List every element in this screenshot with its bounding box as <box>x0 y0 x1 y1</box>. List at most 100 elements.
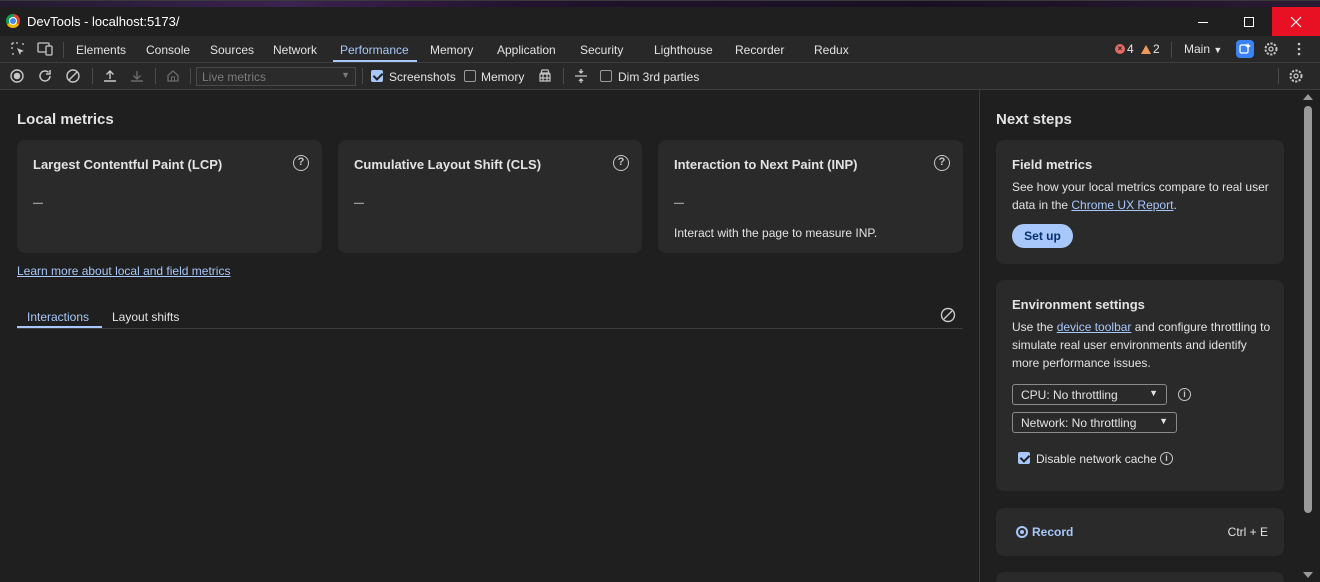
target-selector[interactable]: Main ▼ <box>1184 42 1222 56</box>
local-metrics-heading: Local metrics <box>17 111 114 128</box>
window-title: DevTools - localhost:5173/ <box>27 14 180 29</box>
download-profile-icon <box>129 68 145 84</box>
memory-label: Memory <box>481 70 525 84</box>
toolbar-separator <box>92 68 93 84</box>
minimize-icon <box>1198 21 1208 23</box>
next-card-partial <box>996 572 1284 582</box>
more-options-icon[interactable] <box>1291 41 1307 57</box>
target-label: Main <box>1184 42 1211 56</box>
metric-card-cls: Cumulative Layout Shift (CLS) ? – <box>338 140 642 253</box>
chevron-down-icon: ▼ <box>341 70 350 80</box>
error-icon: × <box>1115 44 1125 54</box>
clear-icon[interactable] <box>65 68 81 84</box>
desktop-wallpaper-strip <box>0 1 1320 7</box>
home-icon <box>165 68 181 84</box>
minimize-button[interactable] <box>1180 7 1226 37</box>
metrics-select-value: Live metrics <box>202 70 267 84</box>
environment-settings-description: Use the device toolbar and configure thr… <box>1012 318 1272 372</box>
scrollbar-thumb[interactable] <box>1304 106 1312 513</box>
help-icon[interactable]: ? <box>613 155 629 171</box>
learn-more-link[interactable]: Learn more about local and field metrics <box>17 264 230 278</box>
tab-redux[interactable]: Redux <box>814 43 849 57</box>
reload-record-icon[interactable] <box>37 68 53 84</box>
window-titlebar: DevTools - localhost:5173/ <box>0 0 1320 37</box>
inspect-element-icon[interactable] <box>10 41 26 57</box>
env-text: Use the <box>1012 320 1057 334</box>
close-icon <box>1290 16 1302 28</box>
dim-3rd-parties-checkbox[interactable] <box>600 70 612 82</box>
tab-recorder[interactable]: Recorder <box>735 43 784 57</box>
warning-icon <box>1141 44 1151 54</box>
disable-cache-label: Disable network cache <box>1036 452 1157 466</box>
record-shortcut: Ctrl + E <box>1227 525 1268 539</box>
network-throttling-select[interactable]: Network: No throttling ▼ <box>1012 412 1177 433</box>
screenshots-label: Screenshots <box>389 70 456 84</box>
field-metrics-card: Field metrics See how your local metrics… <box>996 140 1284 264</box>
toolbar-separator <box>63 42 64 58</box>
info-icon[interactable]: i <box>1160 452 1173 465</box>
chevron-down-icon: ▼ <box>1159 416 1168 426</box>
network-throttling-value: Network: No throttling <box>1021 416 1137 430</box>
next-steps-heading: Next steps <box>996 111 1072 128</box>
chevron-down-icon: ▼ <box>1213 45 1223 55</box>
chrome-logo-icon <box>6 14 20 28</box>
close-window-button[interactable] <box>1272 7 1320 37</box>
collapse-tracks-icon[interactable] <box>573 68 589 84</box>
memory-checkbox[interactable] <box>464 70 476 82</box>
tab-security[interactable]: Security <box>580 43 623 57</box>
toolbar-separator <box>1171 42 1172 58</box>
scroll-down-arrow-icon[interactable] <box>1303 572 1313 578</box>
field-metrics-title: Field metrics <box>1012 157 1093 172</box>
tab-network[interactable]: Network <box>273 43 317 57</box>
device-toolbar-link[interactable]: device toolbar <box>1057 320 1132 334</box>
metric-title: Largest Contentful Paint (LCP) <box>33 157 223 172</box>
tab-memory[interactable]: Memory <box>430 43 473 57</box>
tab-interactions[interactable]: Interactions <box>27 310 89 324</box>
metric-title: Cumulative Layout Shift (CLS) <box>354 157 542 172</box>
active-tab-indicator <box>333 60 417 62</box>
record-card[interactable]: Record Ctrl + E <box>996 508 1284 556</box>
record-icon[interactable] <box>9 68 25 84</box>
tab-performance[interactable]: Performance <box>340 43 409 57</box>
environment-settings-card: Environment settings Use the device tool… <box>996 280 1284 491</box>
maximize-icon <box>1244 17 1254 27</box>
set-up-button[interactable]: Set up <box>1012 224 1073 248</box>
tab-console[interactable]: Console <box>146 43 190 57</box>
metric-value: – <box>674 192 685 212</box>
active-subtab-indicator <box>17 326 102 328</box>
capture-settings-gear-icon[interactable] <box>1288 68 1304 84</box>
warning-count-badge[interactable]: 2 <box>1141 42 1160 56</box>
error-count: 4 <box>1127 42 1134 56</box>
chevron-down-icon: ▼ <box>1149 388 1158 398</box>
device-toolbar-icon[interactable] <box>37 41 53 57</box>
toolbar-separator <box>362 68 363 84</box>
cpu-throttling-select[interactable]: CPU: No throttling ▼ <box>1012 384 1167 405</box>
scroll-up-arrow-icon[interactable] <box>1303 94 1313 100</box>
metrics-select: Live metrics ▼ <box>196 67 356 86</box>
screenshots-checkbox[interactable] <box>371 70 383 82</box>
disable-cache-checkbox[interactable] <box>1018 452 1030 464</box>
metric-card-inp: Interaction to Next Paint (INP) ? – Inte… <box>658 140 963 253</box>
help-icon[interactable]: ? <box>293 155 309 171</box>
panel-tabbar: Elements Console Sources Network Perform… <box>0 36 1320 63</box>
tab-lighthouse[interactable]: Lighthouse <box>654 43 713 57</box>
tab-elements[interactable]: Elements <box>76 43 126 57</box>
settings-gear-icon[interactable] <box>1263 41 1279 57</box>
garbage-collect-icon[interactable] <box>537 68 553 84</box>
clear-interactions-icon[interactable] <box>940 307 956 323</box>
help-icon[interactable]: ? <box>934 155 950 171</box>
info-icon[interactable]: i <box>1178 388 1191 401</box>
tab-layout-shifts[interactable]: Layout shifts <box>112 310 179 324</box>
upload-profile-icon[interactable] <box>102 68 118 84</box>
chrome-ux-report-link[interactable]: Chrome UX Report <box>1071 198 1173 212</box>
ai-assistance-icon[interactable] <box>1236 40 1254 58</box>
toolbar-separator <box>155 68 156 84</box>
tab-sources[interactable]: Sources <box>210 43 254 57</box>
metric-note: Interact with the page to measure INP. <box>674 226 878 240</box>
metric-title: Interaction to Next Paint (INP) <box>674 157 858 172</box>
maximize-button[interactable] <box>1226 7 1272 37</box>
error-count-badge[interactable]: × 4 <box>1115 42 1134 56</box>
toolbar-separator <box>563 68 564 84</box>
environment-settings-title: Environment settings <box>1012 297 1145 312</box>
tab-application[interactable]: Application <box>497 43 556 57</box>
